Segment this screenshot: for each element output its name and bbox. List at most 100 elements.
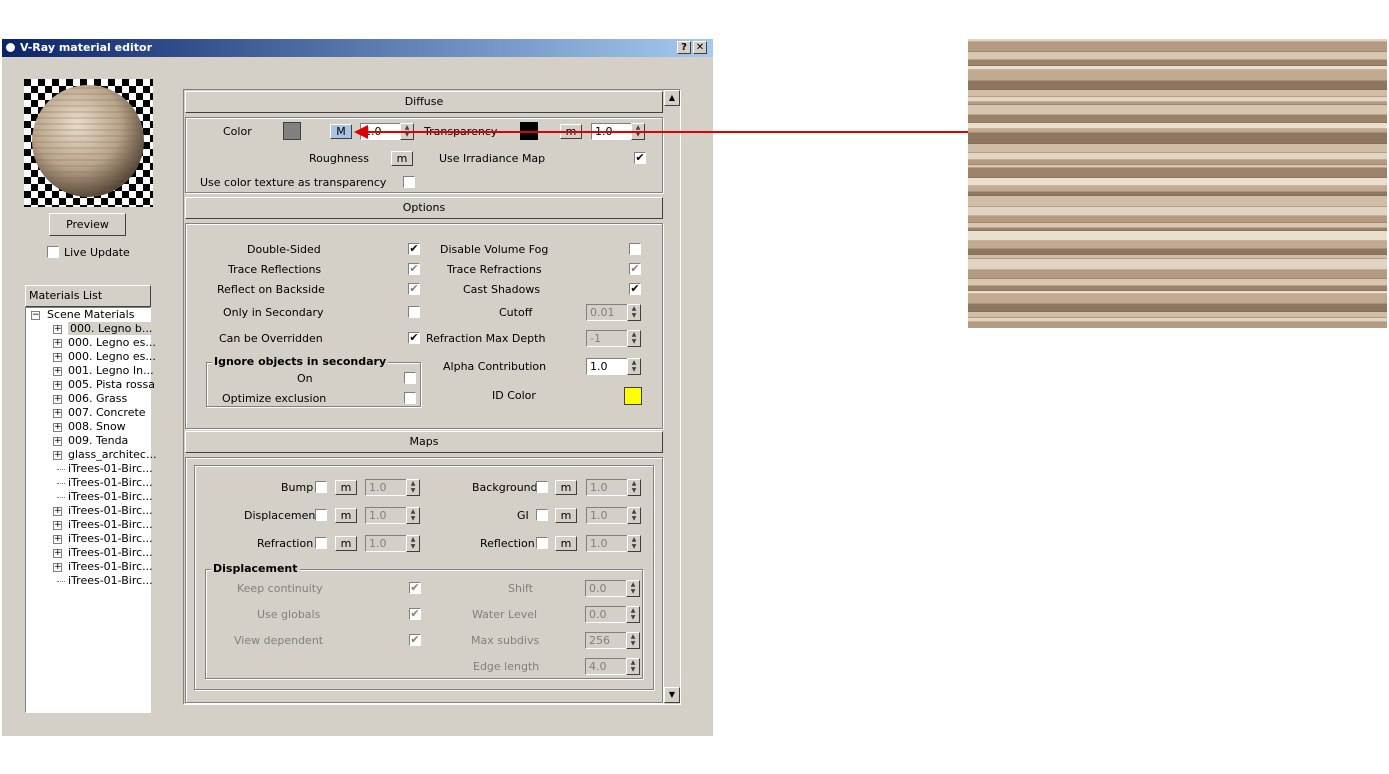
background-checkbox[interactable] [536, 481, 548, 493]
spinner-arrows-icon[interactable]: ▲ ▼ [406, 535, 420, 552]
tree-item[interactable]: 009. Tenda [68, 434, 128, 447]
edge-length-spinner[interactable]: 4.0 ▲ ▼ [585, 658, 640, 675]
preview-button[interactable]: Preview [49, 213, 126, 236]
spinner-arrows-icon[interactable]: ▲ ▼ [400, 123, 414, 140]
keep-continuity-checkbox[interactable]: ✔ [409, 582, 421, 594]
reflection-spinner[interactable]: 1.0 ▲ ▼ [586, 535, 641, 552]
expand-icon[interactable]: + [53, 381, 62, 390]
refraction-checkbox[interactable] [315, 537, 327, 549]
on-checkbox[interactable] [404, 372, 416, 384]
tree-item[interactable]: iTrees-01-Birc... [68, 518, 153, 531]
refraction-map-button[interactable]: m [335, 536, 357, 551]
spinner-arrows-icon[interactable]: ▲ ▼ [627, 507, 641, 524]
spinner-arrows-icon[interactable]: ▲ ▼ [627, 358, 641, 375]
transparency-amount-value[interactable]: 1.0 [591, 123, 633, 140]
expand-icon[interactable]: + [53, 367, 62, 376]
displacement-spinner[interactable]: 1.0 ▲ ▼ [365, 507, 420, 524]
help-button[interactable]: ? [677, 41, 691, 54]
gi-checkbox[interactable] [536, 509, 548, 521]
displacement-value[interactable]: 1.0 [365, 507, 407, 524]
refraction-value[interactable]: 1.0 [365, 535, 407, 552]
bump-value[interactable]: 1.0 [365, 479, 407, 496]
tree-item[interactable]: iTrees-01-Birc... [68, 532, 153, 545]
tree-item[interactable]: iTrees-01-Birc... [68, 476, 153, 489]
expand-icon[interactable]: + [53, 423, 62, 432]
scroll-down-button[interactable]: ▼ [664, 687, 680, 703]
trace-reflections-checkbox[interactable]: ✔ [408, 263, 420, 275]
reflect-backside-checkbox[interactable]: ✔ [408, 283, 420, 295]
cutoff-value[interactable]: 0.01 [586, 304, 628, 321]
disable-volume-fog-checkbox[interactable] [629, 243, 641, 255]
live-update-checkbox[interactable] [47, 246, 59, 258]
expand-icon[interactable]: + [53, 563, 62, 572]
tree-item[interactable]: 001. Legno In... [68, 364, 154, 377]
tree-item[interactable]: iTrees-01-Birc... [68, 560, 153, 573]
trace-refractions-checkbox[interactable]: ✔ [629, 263, 641, 275]
gi-value[interactable]: 1.0 [586, 507, 628, 524]
id-color-swatch[interactable] [624, 387, 642, 405]
diffuse-rollout-header[interactable]: Diffuse [185, 91, 663, 113]
reflection-value[interactable]: 1.0 [586, 535, 628, 552]
max-subdivs-value[interactable]: 256 [585, 632, 627, 649]
bump-checkbox[interactable] [315, 481, 327, 493]
color-map-button[interactable]: M [330, 124, 352, 139]
spinner-arrows-icon[interactable]: ▲ ▼ [627, 330, 641, 347]
scroll-up-button[interactable]: ▲ [664, 90, 680, 106]
tree-item[interactable]: 000. Legno es... [68, 350, 156, 363]
spinner-arrows-icon[interactable]: ▲ ▼ [626, 580, 640, 597]
tree-item[interactable]: 006. Grass [68, 392, 127, 405]
expand-icon[interactable]: + [53, 395, 62, 404]
max-subdivs-spinner[interactable]: 256 ▲ ▼ [585, 632, 640, 649]
expand-icon[interactable]: + [53, 521, 62, 530]
expand-icon[interactable]: + [53, 507, 62, 516]
alpha-contribution-spinner[interactable]: 1.0 ▲ ▼ [586, 358, 641, 375]
edge-length-value[interactable]: 4.0 [585, 658, 627, 675]
double-sided-checkbox[interactable]: ✔ [408, 243, 420, 255]
spinner-arrows-icon[interactable]: ▲ ▼ [627, 535, 641, 552]
color-swatch[interactable] [283, 122, 301, 140]
background-value[interactable]: 1.0 [586, 479, 628, 496]
background-spinner[interactable]: 1.0 ▲ ▼ [586, 479, 641, 496]
refraction-max-depth-spinner[interactable]: -1 ▲ ▼ [586, 330, 641, 347]
tree-item[interactable]: 000. Legno es... [68, 336, 156, 349]
tree-item[interactable]: iTrees-01-Birc... [68, 546, 153, 559]
spinner-arrows-icon[interactable]: ▲ ▼ [626, 606, 640, 623]
options-rollout-header[interactable]: Options [185, 197, 663, 219]
expand-icon[interactable]: + [53, 549, 62, 558]
cutoff-spinner[interactable]: 0.01 ▲ ▼ [586, 304, 641, 321]
spinner-arrows-icon[interactable]: ▲ ▼ [626, 658, 640, 675]
use-color-tex-checkbox[interactable] [403, 176, 415, 188]
water-level-spinner[interactable]: 0.0 ▲ ▼ [585, 606, 640, 623]
use-globals-checkbox[interactable]: ✔ [409, 608, 421, 620]
spinner-arrows-icon[interactable]: ▲ ▼ [627, 304, 641, 321]
spinner-arrows-icon[interactable]: ▲ ▼ [631, 123, 645, 140]
view-dependent-checkbox[interactable]: ✔ [409, 634, 421, 646]
transparency-swatch[interactable] [520, 122, 538, 140]
bump-spinner[interactable]: 1.0 ▲ ▼ [365, 479, 420, 496]
alpha-contribution-value[interactable]: 1.0 [586, 358, 628, 375]
collapse-icon[interactable]: − [31, 311, 40, 320]
refraction-spinner[interactable]: 1.0 ▲ ▼ [365, 535, 420, 552]
title-bar[interactable]: V-Ray material editor ? ✕ [2, 39, 713, 57]
tree-item[interactable]: glass_architec... [68, 448, 156, 461]
tree-item[interactable]: 007. Concrete [68, 406, 146, 419]
maps-rollout-header[interactable]: Maps [185, 431, 663, 453]
use-irradiance-checkbox[interactable]: ✔ [634, 152, 646, 164]
bump-map-button[interactable]: m [335, 480, 357, 495]
tree-item[interactable]: 008. Snow [68, 420, 126, 433]
tree-item[interactable]: 000. Legno b... [68, 322, 155, 335]
refraction-max-depth-value[interactable]: -1 [586, 330, 628, 347]
background-map-button[interactable]: m [555, 480, 577, 495]
tree-item[interactable]: iTrees-01-Birc... [68, 490, 153, 503]
tree-item[interactable]: iTrees-01-Birc... [68, 462, 153, 475]
close-button[interactable]: ✕ [693, 41, 707, 54]
materials-tree[interactable]: − Scene Materials +000. Legno b... +000. … [25, 307, 156, 713]
spinner-arrows-icon[interactable]: ▲ ▼ [406, 507, 420, 524]
displacement-map-button[interactable]: m [335, 508, 357, 523]
reflection-map-button[interactable]: m [555, 536, 577, 551]
transparency-map-button[interactable]: m [560, 124, 582, 139]
expand-icon[interactable]: + [53, 437, 62, 446]
spinner-arrows-icon[interactable]: ▲ ▼ [626, 632, 640, 649]
expand-icon[interactable]: + [53, 409, 62, 418]
displacement-checkbox[interactable] [315, 509, 327, 521]
